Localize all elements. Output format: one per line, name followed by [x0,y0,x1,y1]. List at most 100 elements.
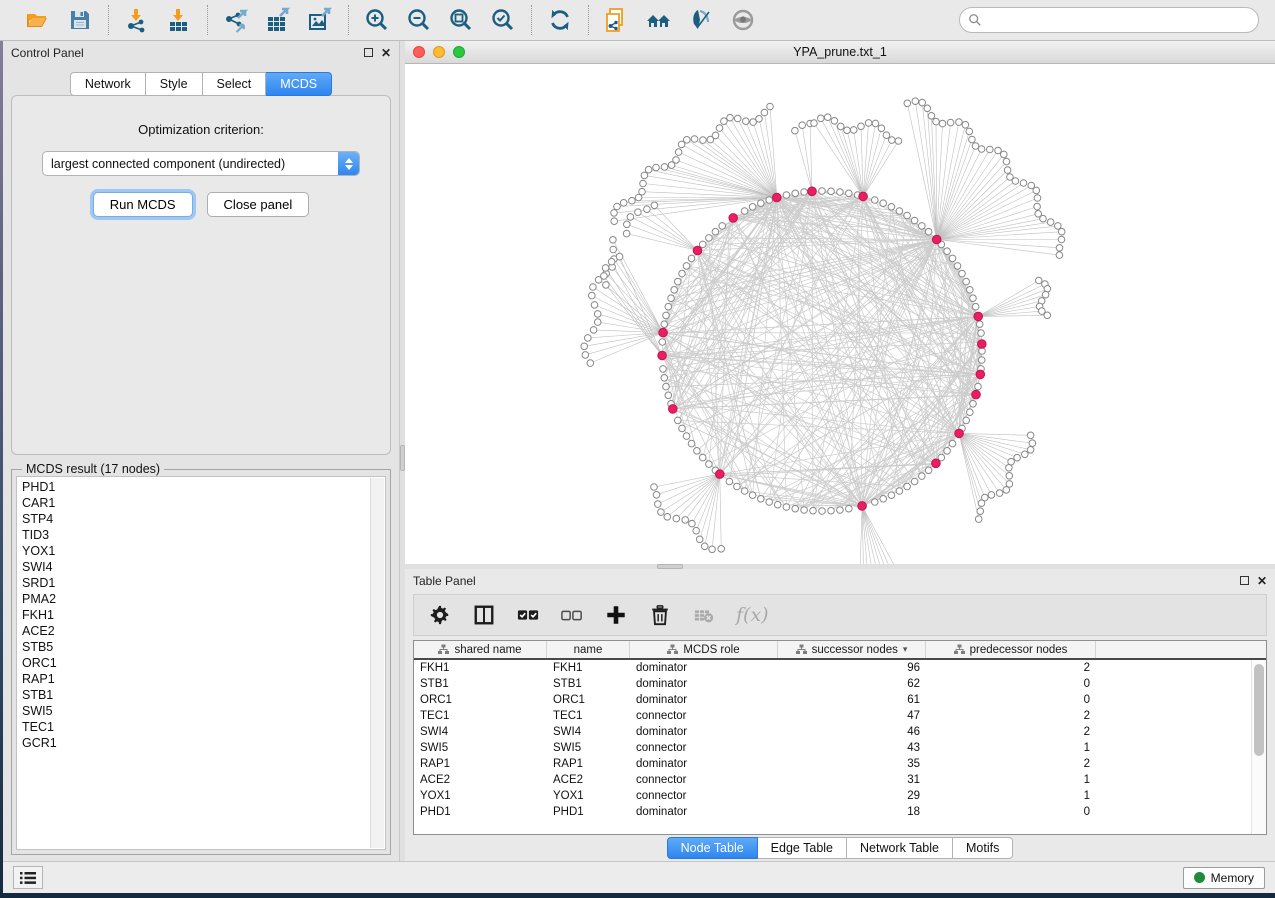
mcds-result-item[interactable]: STB1 [22,687,367,703]
hide-graphics-icon[interactable] [687,6,715,34]
zoom-fit-icon[interactable] [447,6,475,34]
mcds-result-item[interactable]: GCR1 [22,735,367,751]
column-header-shared-name[interactable]: shared name [414,641,547,658]
clone-network-icon[interactable] [603,6,631,34]
houses-icon[interactable] [645,6,673,34]
import-table-icon[interactable] [165,6,193,34]
tab-edge-table[interactable]: Edge Table [758,837,847,859]
unchecked-pair-icon[interactable] [560,603,584,627]
dropdown-stepper-icon [338,152,359,175]
tab-select[interactable]: Select [203,72,267,96]
table-row[interactable]: ACE2ACE2connector311 [414,772,1266,788]
column-type-icon [438,644,449,655]
table-row[interactable]: ORC1ORC1dominator610 [414,692,1266,708]
mcds-result-item[interactable]: YOX1 [22,543,367,559]
gear-icon[interactable] [428,603,452,627]
table-row[interactable]: SWI5SWI5connector431 [414,740,1266,756]
mcds-result-item[interactable]: STP4 [22,511,367,527]
tab-style[interactable]: Style [146,72,203,96]
refresh-icon[interactable] [546,6,574,34]
mcds-result-item[interactable]: RAP1 [22,671,367,687]
mcds-result-item[interactable]: TEC1 [22,719,367,735]
export-table-icon[interactable] [264,6,292,34]
split-panel-icon[interactable] [472,603,496,627]
table-row[interactable]: YOX1YOX1connector291 [414,788,1266,804]
task-history-button[interactable] [13,866,43,889]
run-mcds-button[interactable]: Run MCDS [93,192,193,217]
horizontal-splitter[interactable] [405,564,1275,569]
table-cell: STB1 [414,676,547,692]
table-header-row: shared namenameMCDS rolesuccessor nodes▾… [414,641,1266,660]
tab-network[interactable]: Network [70,72,146,96]
table-row[interactable]: SWI4SWI4dominator462 [414,724,1266,740]
table-cell: dominator [630,724,778,740]
tab-network-table[interactable]: Network Table [847,837,953,859]
table-cell: ORC1 [547,692,630,708]
table-cell: FKH1 [414,660,547,676]
export-image-icon[interactable] [306,6,334,34]
mcds-result-item[interactable]: ACE2 [22,623,367,639]
network-search-box[interactable] [959,7,1259,33]
table-cell: 1 [926,772,1096,788]
function-builder-icon: f(x) [736,604,769,626]
column-type-icon [667,644,678,655]
table-row[interactable]: STB1STB1dominator620 [414,676,1266,692]
close-window-icon[interactable] [413,46,425,58]
plus-icon[interactable] [604,603,628,627]
search-input[interactable] [988,13,1250,27]
toolbar-group [10,6,108,34]
zoom-selected-icon[interactable] [489,6,517,34]
mcds-result-groupbox: MCDS result (17 nodes) PHD1CAR1STP4TID3Y… [11,469,391,855]
mcds-result-item[interactable]: SRD1 [22,575,367,591]
close-panel-button[interactable]: Close panel [207,192,310,217]
scrollbar-thumb[interactable] [1254,664,1264,756]
column-header-MCDS-role[interactable]: MCDS role [630,641,778,658]
mcds-result-item[interactable]: PHD1 [22,479,367,495]
mcds-result-item[interactable]: SWI5 [22,703,367,719]
table-row[interactable]: TEC1TEC1connector472 [414,708,1266,724]
column-header-successor-nodes[interactable]: successor nodes▾ [778,641,926,658]
eye-icon[interactable] [729,6,757,34]
table-scrollbar[interactable] [1251,660,1266,834]
zoom-out-icon[interactable] [405,6,433,34]
mcds-result-item[interactable]: TID3 [22,527,367,543]
save-icon[interactable] [66,6,94,34]
export-network-icon[interactable] [222,6,250,34]
tab-node-table[interactable]: Node Table [667,837,758,859]
column-header-name[interactable]: name [547,641,630,658]
column-label: successor nodes [812,644,898,656]
mcds-result-item[interactable]: CAR1 [22,495,367,511]
tab-mcds[interactable]: MCDS [266,72,332,96]
mcds-result-list[interactable]: PHD1CAR1STP4TID3YOX1SWI4SRD1PMA2FKH1ACE2… [16,476,386,850]
memory-button[interactable]: Memory [1183,867,1265,889]
float-panel-icon[interactable] [364,48,373,57]
mcds-result-item[interactable]: SWI4 [22,559,367,575]
network-graph[interactable] [405,64,1275,564]
zoom-in-icon[interactable] [363,6,391,34]
table-body: FKH1FKH1dominator962STB1STB1dominator620… [414,660,1266,834]
mcds-result-item[interactable]: PMA2 [22,591,367,607]
minimize-window-icon[interactable] [433,46,445,58]
table-row[interactable]: FKH1FKH1dominator962 [414,660,1266,676]
mcds-result-item[interactable]: FKH1 [22,607,367,623]
checked-pair-icon[interactable] [516,603,540,627]
table-row[interactable]: RAP1RAP1dominator352 [414,756,1266,772]
maximize-window-icon[interactable] [453,46,465,58]
mcds-result-item[interactable]: ORC1 [22,655,367,671]
mcds-result-item[interactable]: STB5 [22,639,367,655]
table-cell: YOX1 [414,788,547,804]
column-header-predecessor-nodes[interactable]: predecessor nodes [926,641,1096,658]
criterion-dropdown[interactable]: largest connected component (undirected) [42,151,360,176]
trash-icon[interactable] [648,603,672,627]
import-network-icon[interactable] [123,6,151,34]
table-panel: Table Panel ✕ f(x) shared namenameMCDS r… [405,569,1275,861]
close-panel-icon[interactable]: ✕ [381,47,391,59]
mcds-list-scrollbar[interactable] [370,478,384,848]
network-canvas[interactable] [405,64,1275,564]
float-panel-icon[interactable] [1240,576,1249,585]
tab-motifs[interactable]: Motifs [953,837,1013,859]
table-row[interactable]: PHD1PHD1dominator180 [414,804,1266,820]
close-panel-icon[interactable]: ✕ [1257,575,1267,587]
open-folder-icon[interactable] [24,6,52,34]
splitter-grip[interactable] [657,564,683,569]
